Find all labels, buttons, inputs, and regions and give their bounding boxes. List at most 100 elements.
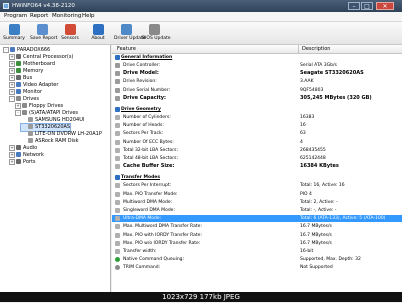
toolbar: Summary Save Report Sensors About Driver Upd… [0, 22, 402, 45]
collapse-icon[interactable]: - [9, 96, 15, 102]
details-section-header[interactable]: Drive Geometry [112, 106, 402, 113]
details-row[interactable]: Sectors Per Interrupt: Total: 16, Active:… [112, 182, 402, 189]
tree-item[interactable]: LITE-ON DVDRW LH-20A1P [21, 131, 102, 138]
expand-icon[interactable]: + [9, 152, 15, 158]
column-header-feature[interactable]: Feature [117, 45, 136, 53]
details-section-header[interactable]: General Information [112, 54, 402, 61]
expand-icon[interactable]: + [9, 54, 15, 60]
sensors-icon [64, 24, 76, 35]
tree-item[interactable]: ASRock RAM Disk [21, 138, 78, 145]
tree-item[interactable]: + Video Adapter [9, 82, 58, 89]
details-section-header[interactable]: Transfer Modes [112, 174, 402, 181]
column-separator[interactable] [298, 45, 299, 53]
details-row[interactable]: Total 32-bit LBA Sectors: 268435455 [112, 147, 402, 154]
details-row[interactable]: Drive Serial Number: 9QF54803 [112, 87, 402, 94]
collapse-icon[interactable]: - [3, 47, 9, 53]
bus-icon [16, 75, 21, 80]
column-header-description[interactable]: Description [302, 45, 330, 53]
app-icon [3, 3, 9, 9]
expand-icon[interactable]: + [9, 75, 15, 81]
dot-icon [115, 199, 120, 205]
tree-item[interactable]: + Audio [9, 145, 37, 152]
details-row[interactable]: Singleword DMA Mode: Total: -, Active: - [112, 207, 402, 214]
feature-label: Max. PIO with IORDY Transfer Rate: [123, 232, 202, 238]
toolbar-label: Sensors [61, 36, 79, 41]
menu-monitoring[interactable]: Monitoring [50, 12, 83, 21]
feature-label: Total 48-bit LBA Sectors: [123, 156, 179, 161]
feature-label: Multiword DMA Mode: [123, 199, 173, 205]
close-button[interactable]: ✕ [376, 2, 394, 10]
tree-item[interactable]: - Drives [9, 96, 39, 103]
toolbar-bios-update-button[interactable]: BIOS Update [142, 23, 171, 43]
details-row[interactable]: Cache Buffer Size: 16384 KBytes [112, 163, 402, 170]
memory-icon [16, 68, 21, 73]
monitor-icon [16, 89, 21, 94]
details-row[interactable]: Transfer width: 16-bit [112, 248, 402, 255]
details-row[interactable]: Ultra-DMA Mode: Total: 6 (ATA-133), Activ… [112, 215, 402, 223]
tree-item[interactable]: + Ports [9, 159, 36, 166]
toolbar-about-button[interactable]: About [86, 23, 110, 43]
toolbar-summary-button[interactable]: Summary [2, 23, 26, 43]
expand-icon[interactable]: + [9, 145, 15, 151]
tree-item[interactable]: ST3320620AS [19, 123, 72, 132]
tree-item[interactable]: + Memory [9, 68, 43, 75]
tree-item-label: LITE-ON DVDRW LH-20A1P [35, 131, 102, 137]
details-row[interactable]: Multiword DMA Mode: Total: 2, Active: - [112, 199, 402, 206]
toolbar-sensors-button[interactable]: Sensors [58, 23, 82, 43]
feature-label: Number of Heads: [123, 123, 164, 129]
menu-program[interactable]: Program [2, 12, 29, 21]
expand-icon[interactable]: + [9, 61, 15, 67]
ramdisk-icon [28, 138, 33, 143]
menu-report[interactable]: Report [28, 12, 50, 21]
details-row[interactable]: Drive Controller: Serial ATA 3Gb/s [112, 62, 402, 69]
maximize-button[interactable]: □ [361, 2, 373, 10]
details-row[interactable]: Number of Cylinders: 16383 [112, 114, 402, 121]
details-row[interactable]: Drive Capacity: 305,245 MBytes (320 GB) [112, 95, 402, 102]
feature-value: Total: 16, Active: 16 [300, 183, 345, 189]
feature-label: Singleword DMA Mode: [123, 208, 175, 213]
feature-value: Supported, Max. Depth: 32 [300, 257, 361, 263]
tree-item[interactable]: - (S)ATA/ATAPI Drives [15, 110, 78, 117]
tree-item[interactable]: + Bus [9, 75, 32, 82]
tree-item[interactable]: + Central Processor(s) [9, 54, 73, 61]
tree-item[interactable]: + Network [9, 152, 44, 159]
audio-icon [16, 145, 21, 150]
toolbar-save-report-button[interactable]: Save Report [30, 23, 58, 43]
hdd-icon [115, 71, 120, 77]
minimize-button[interactable]: – [348, 2, 360, 10]
expand-icon[interactable]: + [15, 103, 21, 109]
dot-icon [115, 139, 120, 145]
tree-item-label: SAMSUNG HD204UI [35, 117, 85, 123]
details-row[interactable]: Number of Heads: 16 [112, 122, 402, 129]
tree-item[interactable]: - PARADOX666 [3, 47, 50, 54]
details-row[interactable]: Drive Revision: 3.AAK [112, 78, 402, 85]
details-row[interactable]: Native Command Queuing: Supported, Max. D… [112, 256, 402, 263]
window-title: HWiNFO64 v4.38-2120 [12, 3, 75, 9]
details-row[interactable]: Max. Multiword DMA Transfer Rate: 16.7 MB… [112, 223, 402, 230]
details-row[interactable]: Total 48-bit LBA Sectors: 625142448 [112, 155, 402, 162]
feature-value: 4 [300, 139, 303, 145]
expand-icon[interactable]: + [9, 159, 15, 165]
details-row[interactable]: Sectors Per Track: 63 [112, 130, 402, 137]
hdd-icon [115, 87, 120, 93]
details-row[interactable]: Max. PIO with IORDY Transfer Rate: 16.7 M… [112, 232, 402, 239]
expand-icon[interactable]: + [9, 89, 15, 95]
details-row[interactable]: Max. PIO Transfer Mode: PIO 4 [112, 191, 402, 198]
tree-item[interactable]: + Motherboard [9, 61, 55, 68]
details-row[interactable]: Drive Model: Seagate ST3320620AS [112, 70, 402, 77]
tree-item[interactable]: SAMSUNG HD204UI [21, 117, 84, 124]
collapse-icon[interactable]: - [15, 110, 21, 116]
toolbar-driver-update-button[interactable]: Driver Update [114, 23, 146, 43]
details-row[interactable]: TRIM Command: Not Supported [112, 264, 402, 271]
feature-label: Max. PIO w/o IORDY Transfer Rate: [123, 240, 201, 246]
tree-item-label: Network [23, 152, 44, 158]
tree-item[interactable]: + Floppy Drives [15, 103, 63, 110]
expand-icon[interactable]: + [9, 68, 15, 74]
details-row[interactable]: Number Of ECC Bytes: 4 [112, 139, 402, 146]
tree-item[interactable]: + Monitor [9, 89, 42, 96]
expand-icon[interactable]: + [9, 82, 15, 88]
menu-help[interactable]: Help [80, 12, 97, 21]
toolbar-label: Save Report [30, 36, 58, 41]
transfer-icon [115, 175, 120, 181]
details-row[interactable]: Max. PIO w/o IORDY Transfer Rate: 16.7 MB… [112, 240, 402, 247]
